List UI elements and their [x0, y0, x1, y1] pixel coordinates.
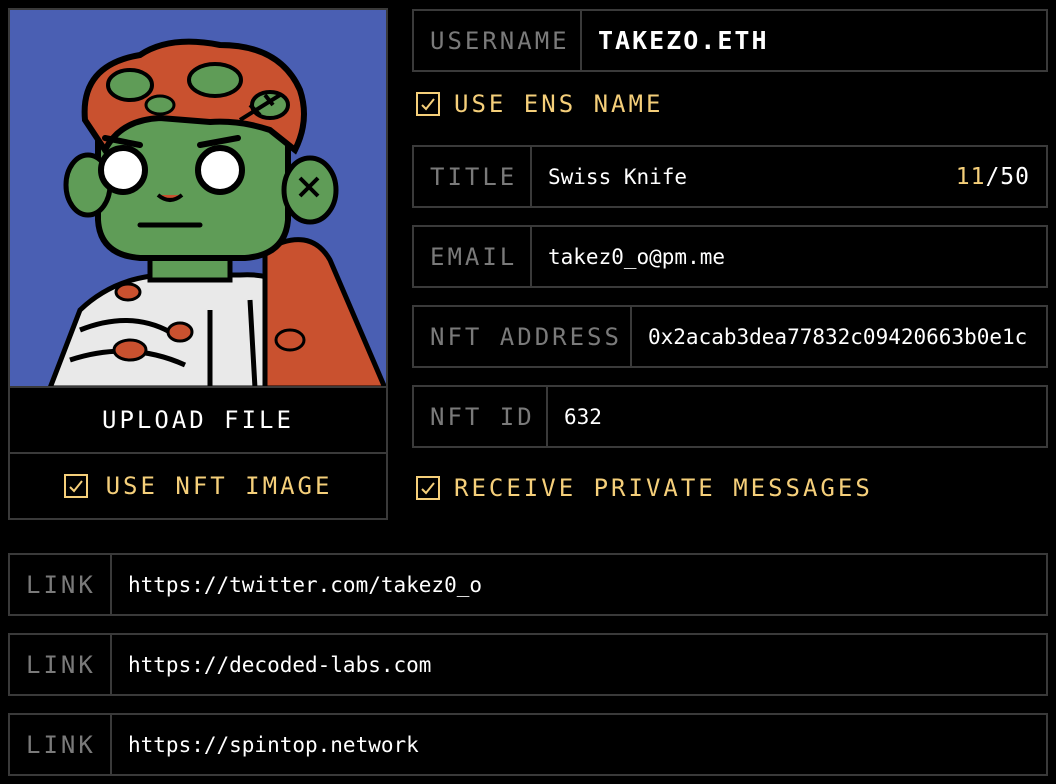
checkmark-icon: [421, 98, 435, 111]
nft-address-label: NFT ADDRESS: [414, 307, 632, 366]
username-field: USERNAME TAKEZO.ETH: [412, 9, 1048, 72]
nft-id-label: NFT ID: [414, 387, 548, 446]
link-label: LINK: [10, 635, 112, 694]
nft-address-input[interactable]: 0x2acab3dea77832c09420663b0e1c: [632, 307, 1046, 366]
link-input[interactable]: https://spintop.network: [112, 715, 1046, 774]
link-input[interactable]: https://twitter.com/takez0_o: [112, 555, 1046, 614]
link-field: LINK https://spintop.network: [8, 713, 1048, 776]
title-value: Swiss Knife: [548, 164, 688, 189]
link-label: LINK: [10, 715, 112, 774]
email-input[interactable]: takez0_o@pm.me: [532, 227, 1046, 286]
username-input[interactable]: TAKEZO.ETH: [582, 11, 1046, 70]
avatar-image[interactable]: [10, 10, 386, 388]
checkmark-icon: [68, 480, 83, 493]
title-field: TITLE Swiss Knife 11/50: [412, 145, 1048, 208]
link-label: LINK: [10, 555, 112, 614]
use-ens-name-label: USE ENS NAME: [454, 90, 664, 118]
checkmark-icon: [421, 482, 435, 495]
title-char-counter: 11/50: [956, 164, 1030, 190]
nft-id-field: NFT ID 632: [412, 385, 1048, 448]
upload-file-button[interactable]: UPLOAD FILE: [10, 388, 386, 454]
receive-private-messages-toggle[interactable]: RECEIVE PRIVATE MESSAGES: [416, 474, 873, 502]
username-label: USERNAME: [414, 11, 582, 70]
title-char-max: 50: [1000, 163, 1030, 190]
email-label: EMAIL: [414, 227, 532, 286]
nft-address-field: NFT ADDRESS 0x2acab3dea77832c09420663b0e…: [412, 305, 1048, 368]
use-nft-image-label: USE NFT IMAGE: [105, 472, 333, 500]
nft-character-illustration: [10, 10, 386, 386]
title-char-count: 11: [955, 163, 986, 190]
receive-private-messages-checkbox[interactable]: [416, 476, 440, 500]
title-input[interactable]: Swiss Knife 11/50: [532, 147, 1046, 206]
email-field: EMAIL takez0_o@pm.me: [412, 225, 1048, 288]
use-ens-name-toggle[interactable]: USE ENS NAME: [416, 90, 663, 118]
link-field: LINK https://twitter.com/takez0_o: [8, 553, 1048, 616]
link-input[interactable]: https://decoded-labs.com: [112, 635, 1046, 694]
receive-private-messages-label: RECEIVE PRIVATE MESSAGES: [454, 474, 873, 502]
use-ens-name-checkbox[interactable]: [416, 92, 440, 116]
avatar-panel: UPLOAD FILE USE NFT IMAGE: [8, 8, 388, 520]
title-label: TITLE: [414, 147, 532, 206]
use-nft-image-toggle[interactable]: USE NFT IMAGE: [10, 454, 386, 518]
use-nft-image-checkbox[interactable]: [63, 474, 88, 498]
link-field: LINK https://decoded-labs.com: [8, 633, 1048, 696]
title-char-separator: /: [985, 163, 1001, 190]
nft-id-input[interactable]: 632: [548, 387, 1046, 446]
